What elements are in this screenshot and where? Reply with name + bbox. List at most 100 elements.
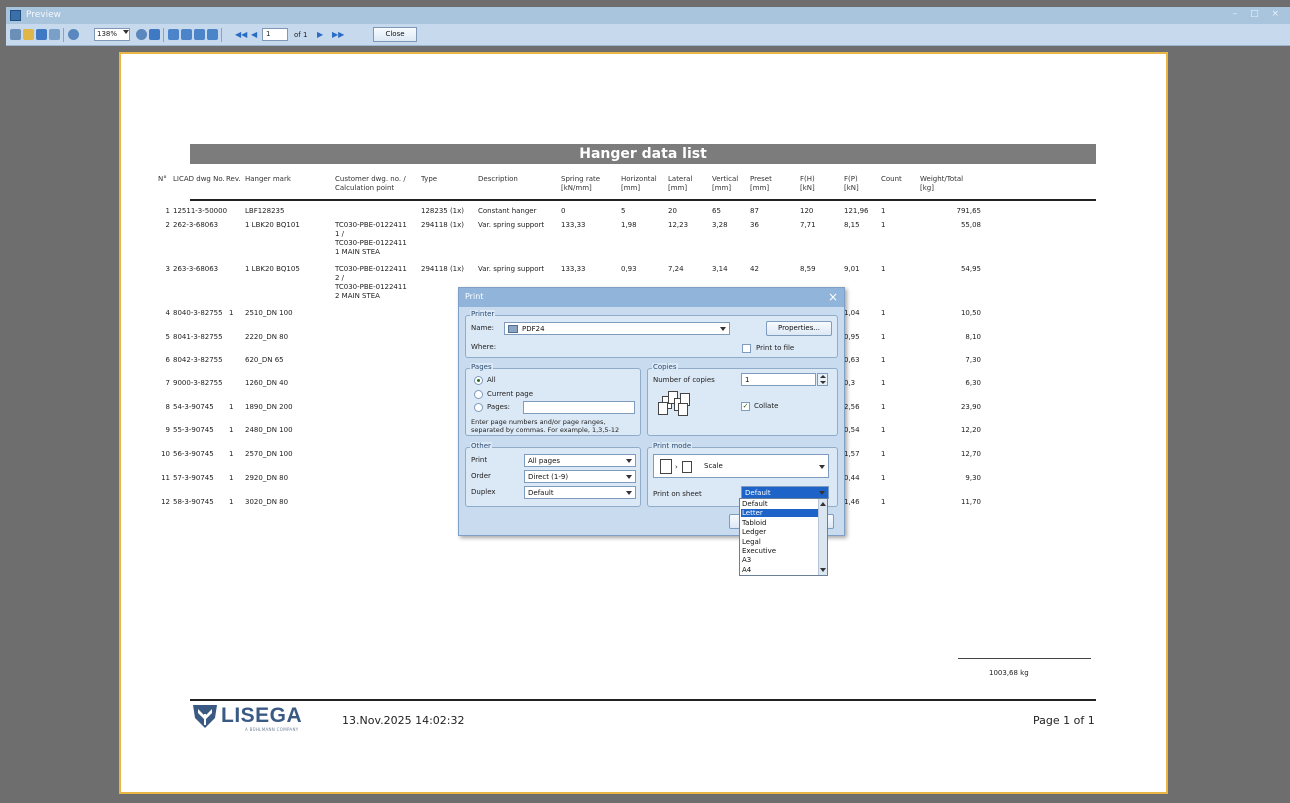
pages-all-label: All <box>487 376 496 384</box>
print-range-label: Print <box>471 456 488 464</box>
page-setup-icon[interactable] <box>207 29 218 40</box>
cell-fp: 8,15 <box>844 221 860 229</box>
cell-no: 11 <box>161 474 170 482</box>
cell-count: 1 <box>881 450 886 458</box>
collate-label: Collate <box>754 402 779 410</box>
pages-group-title: Pages <box>470 363 493 371</box>
cell-mark: 1 LBK20 BQ105 <box>245 265 300 273</box>
cell-fp: 9,01 <box>844 265 860 273</box>
cell-fp: 0,3 <box>844 379 856 387</box>
print-to-file-label: Print to file <box>756 344 795 352</box>
dropdown-scrollbar[interactable] <box>818 499 827 575</box>
cell-weight: 7,30 <box>965 356 981 364</box>
printer-icon <box>508 325 518 333</box>
find-icon[interactable] <box>49 29 60 40</box>
cell-fh: 7,71 <box>800 221 816 229</box>
chevron-down-icon <box>819 491 825 495</box>
cell-mark: 3020_DN 80 <box>245 498 289 506</box>
cell-dwg: 263-3-68063 <box>173 265 219 273</box>
first-page-icon[interactable]: ◀◀ <box>235 29 247 40</box>
cell-no: 9 <box>165 426 170 434</box>
pages-all-radio[interactable] <box>474 376 483 385</box>
open-folder-icon[interactable] <box>23 29 34 40</box>
save-icon[interactable] <box>36 29 47 40</box>
pages-range-radio[interactable] <box>474 403 483 412</box>
dialog-title: Print <box>465 292 484 301</box>
cell-weight: 11,70 <box>960 498 981 506</box>
order-label: Order <box>471 472 491 480</box>
print-on-sheet-label: Print on sheet <box>653 490 702 498</box>
current-page-label: Current page <box>487 390 533 398</box>
footer-divider <box>190 699 1096 701</box>
cell-v: 65 <box>712 207 721 215</box>
lisega-logo-icon <box>193 705 217 728</box>
cell-no: 4 <box>165 309 170 317</box>
window-controls[interactable]: – □ × <box>1233 9 1284 19</box>
dropdown-option-legal[interactable]: Legal <box>741 538 818 546</box>
order-select[interactable]: Direct (1-9) <box>524 470 636 483</box>
cell-rate: 133,33 <box>561 221 586 229</box>
cell-weight: 54,95 <box>960 265 981 273</box>
number-of-copies-input[interactable]: 1 <box>741 373 816 386</box>
print-mode-select[interactable]: › Scale <box>653 454 829 478</box>
cell-dwg: 12511-3-50000 <box>173 207 228 215</box>
zoom-in-icon[interactable] <box>68 29 79 40</box>
cell-desc: Constant hanger <box>478 207 537 215</box>
cell-type: 128235 (1x) <box>421 207 465 215</box>
scroll-down-icon[interactable] <box>820 568 826 572</box>
cell-h: 5 <box>621 207 626 215</box>
cell-rev: 1 <box>229 498 234 506</box>
dropdown-option-a3[interactable]: A3 <box>741 556 818 564</box>
properties-button[interactable]: Properties... <box>766 321 832 336</box>
scroll-up-icon[interactable] <box>820 502 826 506</box>
cell-cust: TC030-PBE-0122411 2 / TC030-PBE-0122411 … <box>335 265 407 300</box>
print-to-file-checkbox[interactable] <box>742 344 751 353</box>
cell-fp: 0,54 <box>844 426 860 434</box>
chevron-down-icon <box>123 30 129 34</box>
column-header: Description <box>478 175 518 183</box>
cell-dwg: 8040-3-82755 <box>173 309 223 317</box>
print-on-sheet-value: Default <box>745 489 771 497</box>
cell-no: 3 <box>165 265 170 273</box>
cell-no: 12 <box>161 498 170 506</box>
single-page-icon[interactable] <box>168 29 179 40</box>
printer-select[interactable]: PDF24 <box>504 322 730 335</box>
last-page-icon[interactable]: ▶▶ <box>332 29 344 40</box>
duplex-select[interactable]: Default <box>524 486 636 499</box>
dropdown-option-ledger[interactable]: Ledger <box>741 528 818 536</box>
dropdown-option-a4[interactable]: A4 <box>741 566 818 574</box>
dropdown-option-letter[interactable]: Letter <box>741 509 818 518</box>
previous-page-icon[interactable]: ◀ <box>251 29 257 40</box>
page-number-input[interactable]: 1 <box>262 28 288 41</box>
print-range-select[interactable]: All pages <box>524 454 636 467</box>
pages-range-input[interactable] <box>523 401 635 414</box>
collate-checkbox[interactable]: ✓ <box>741 402 750 411</box>
fit-page-icon[interactable] <box>149 29 160 40</box>
cell-fp: 2,56 <box>844 403 860 411</box>
report-title: Hanger data list <box>190 144 1096 164</box>
dropdown-option-default[interactable]: Default <box>741 500 818 508</box>
zoom-out-icon[interactable] <box>136 29 147 40</box>
column-header: Type <box>421 175 438 183</box>
multi-page-icon[interactable] <box>181 29 192 40</box>
current-page-radio[interactable] <box>474 390 483 399</box>
printer-group: Printer Name: PDF24 Properties... Where:… <box>465 310 838 358</box>
cell-desc: Var. spring support <box>478 265 545 273</box>
report-date: 13.Nov.2025 14:02:32 <box>342 714 465 727</box>
dropdown-option-tabloid[interactable]: Tabloid <box>741 519 818 527</box>
dropdown-option-executive[interactable]: Executive <box>741 547 818 555</box>
cell-v: 3,28 <box>712 221 728 229</box>
close-button[interactable]: Close <box>373 27 417 42</box>
edit-page-icon[interactable] <box>194 29 205 40</box>
next-page-icon[interactable]: ▶ <box>317 29 323 40</box>
cell-count: 1 <box>881 221 886 229</box>
cell-count: 1 <box>881 309 886 317</box>
dialog-close-icon[interactable]: × <box>828 290 838 304</box>
copies-spinner[interactable] <box>817 373 828 386</box>
dialog-title-bar: Print × <box>459 288 844 307</box>
preview-window: Preview – □ × 138% ◀◀ ◀ 1 of 1 ▶ ▶▶ Clos… <box>0 0 1290 803</box>
print-icon[interactable] <box>10 29 21 40</box>
column-header: Lateral [mm] <box>668 175 693 192</box>
cell-count: 1 <box>881 265 886 273</box>
cell-weight: 12,20 <box>960 426 981 434</box>
